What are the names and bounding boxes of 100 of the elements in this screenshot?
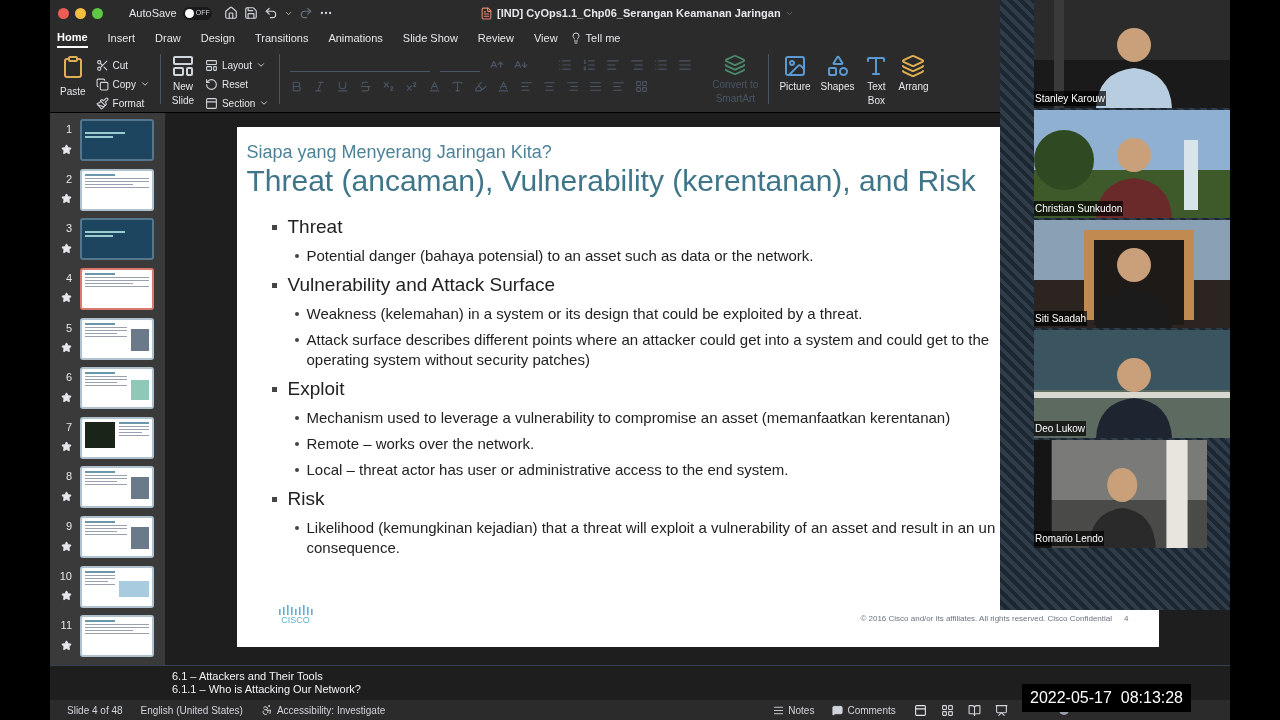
ribbon-button[interactable]: Cut bbox=[95, 56, 150, 74]
undo-icon[interactable] bbox=[263, 6, 278, 20]
bullet-heading: Risk bbox=[287, 486, 325, 511]
slideshow-icon[interactable] bbox=[994, 703, 1008, 717]
cisco-logo-text: CISCO bbox=[281, 615, 310, 625]
star-icon bbox=[61, 441, 72, 453]
reading-view-icon[interactable] bbox=[967, 703, 981, 717]
reset-icon bbox=[204, 77, 218, 91]
slide-footer: © 2016 Cisco and/or its affiliates. All rights reserved. Cisco Confidential bbox=[860, 613, 1113, 625]
insert-button[interactable]: Shapes bbox=[820, 54, 855, 92]
bullet-marker bbox=[294, 338, 299, 342]
caret-icon[interactable] bbox=[259, 98, 270, 108]
slide-counter: Slide 4 of 48 bbox=[67, 703, 123, 718]
tell-me-field[interactable]: Tell me bbox=[585, 29, 621, 47]
ribbon-button[interactable]: Layout bbox=[204, 56, 270, 74]
caret-icon[interactable] bbox=[139, 79, 150, 89]
accessibility-icon bbox=[260, 704, 273, 716]
document-icon bbox=[480, 6, 493, 20]
star-icon bbox=[61, 342, 72, 354]
ribbon-tab[interactable]: View bbox=[533, 28, 558, 48]
redo-icon[interactable] bbox=[298, 6, 313, 20]
layers-icon bbox=[901, 54, 926, 78]
ribbon-tab[interactable]: Insert bbox=[107, 28, 136, 48]
slide-thumbnail[interactable] bbox=[80, 367, 154, 410]
star-icon bbox=[61, 391, 72, 403]
save-icon[interactable] bbox=[243, 6, 258, 20]
scissors-icon bbox=[95, 58, 109, 72]
notes-button[interactable]: Notes bbox=[773, 702, 815, 718]
slide-thumbnail[interactable] bbox=[80, 615, 154, 658]
comments-button[interactable]: Comments bbox=[832, 702, 896, 718]
bullet-marker bbox=[294, 526, 299, 530]
paste-button[interactable]: Paste bbox=[60, 54, 86, 99]
bullet-text: Local – threat actor has user or administrative access to the end system. bbox=[306, 460, 789, 480]
ribbon-tab[interactable]: Animations bbox=[328, 28, 383, 48]
comment-icon bbox=[832, 704, 844, 716]
star-icon bbox=[61, 143, 72, 155]
ribbon-button[interactable]: Section bbox=[204, 94, 270, 112]
ribbon-tab[interactable]: Design bbox=[200, 28, 235, 48]
star-icon bbox=[61, 242, 72, 254]
ribbon-tab[interactable]: Draw bbox=[155, 28, 181, 48]
notes-icon bbox=[773, 704, 785, 716]
slide-thumbnail[interactable] bbox=[80, 416, 154, 459]
bullet-text: Attack surface describes different points where an attacker could get into a system and could get to the operating system without security patches) bbox=[306, 330, 990, 370]
slide-number: 3 bbox=[65, 221, 72, 237]
home-icon[interactable] bbox=[223, 6, 238, 20]
zoom-button[interactable] bbox=[92, 7, 103, 19]
star-icon bbox=[61, 639, 72, 651]
star-icon bbox=[61, 193, 72, 205]
ribbon-button[interactable]: Copy bbox=[95, 75, 150, 93]
slide-title: Threat (ancaman), Vulnerability (kerentanan), and Risk bbox=[246, 163, 977, 199]
slide-thumbnail[interactable] bbox=[80, 168, 154, 211]
ribbon-tab[interactable]: Review bbox=[477, 28, 514, 48]
copy-icon bbox=[95, 77, 109, 91]
slide-thumbnail[interactable] bbox=[80, 218, 154, 261]
cisco-logo-icon bbox=[278, 605, 313, 615]
language-status[interactable]: English (United States) bbox=[140, 702, 243, 718]
slide-number: 1 bbox=[65, 122, 72, 137]
timestamp: 2022-05-17 08:13:28 bbox=[1022, 684, 1191, 712]
accessibility-button[interactable]: Accessibility: Investigate bbox=[260, 702, 386, 718]
grid-view-icon[interactable] bbox=[940, 703, 954, 717]
minimize-button[interactable] bbox=[75, 7, 86, 19]
notes-text: 6.1.1 – Who is Attacking Our Network? bbox=[172, 683, 362, 696]
insert-button[interactable]: Picture bbox=[779, 54, 811, 92]
bullet-marker bbox=[294, 442, 299, 446]
participant-name: Siti Saadah bbox=[1034, 311, 1088, 326]
insert-button[interactable]: Arrang bbox=[898, 54, 929, 92]
normal-view-icon[interactable] bbox=[913, 703, 927, 717]
bullet-heading: Vulnerability and Attack Surface bbox=[287, 272, 556, 297]
bullet-marker bbox=[271, 282, 277, 288]
ribbon-button[interactable]: Reset bbox=[204, 75, 270, 93]
bullet-text: Potential danger (bahaya potensial) to an asset such as data or the network. bbox=[306, 246, 814, 266]
slide-thumbnail[interactable] bbox=[80, 516, 154, 559]
bullet-text: Mechanism used to leverage a vulnerability to compromise an asset (memanfaatkan kerentanan) bbox=[306, 408, 951, 428]
slide-thumbnail[interactable] bbox=[80, 466, 154, 509]
slide-thumbnail[interactable] bbox=[80, 119, 154, 161]
bullet-marker bbox=[294, 468, 299, 472]
slide-number: 10 bbox=[59, 568, 72, 584]
star-icon bbox=[61, 540, 72, 552]
slide-thumbnail[interactable] bbox=[80, 267, 154, 310]
participant-name: Romario Lendo bbox=[1034, 531, 1105, 546]
bullet-marker bbox=[294, 254, 299, 258]
ribbon-tab[interactable]: Home bbox=[57, 28, 88, 48]
ribbon-button[interactable]: Format bbox=[95, 94, 150, 112]
slide-page-number: 4 bbox=[1124, 613, 1129, 625]
participant-name: Christian Sunkudon bbox=[1034, 201, 1124, 216]
ribbon-tab[interactable]: Transitions bbox=[255, 28, 309, 48]
bullet-heading: Exploit bbox=[287, 376, 345, 401]
bullet-marker bbox=[271, 224, 277, 230]
insert-button[interactable]: Text Box bbox=[864, 54, 889, 106]
new-slide-button[interactable]: New Slide bbox=[170, 54, 195, 106]
autosave-label: AutoSave bbox=[129, 5, 177, 21]
ribbon-tab[interactable]: Slide Show bbox=[402, 28, 458, 48]
bullet-text: Weakness (kelemahan) in a system or its design that could be exploited by a threat. bbox=[306, 304, 863, 324]
caret-icon[interactable] bbox=[255, 60, 266, 70]
participant-name: Stanley Karouw bbox=[1034, 91, 1107, 106]
slide-thumbnail[interactable] bbox=[80, 317, 154, 360]
close-button[interactable] bbox=[58, 7, 69, 19]
slide-thumbnail[interactable] bbox=[80, 565, 154, 608]
slide-number: 4 bbox=[65, 270, 72, 286]
star-icon bbox=[61, 292, 72, 304]
